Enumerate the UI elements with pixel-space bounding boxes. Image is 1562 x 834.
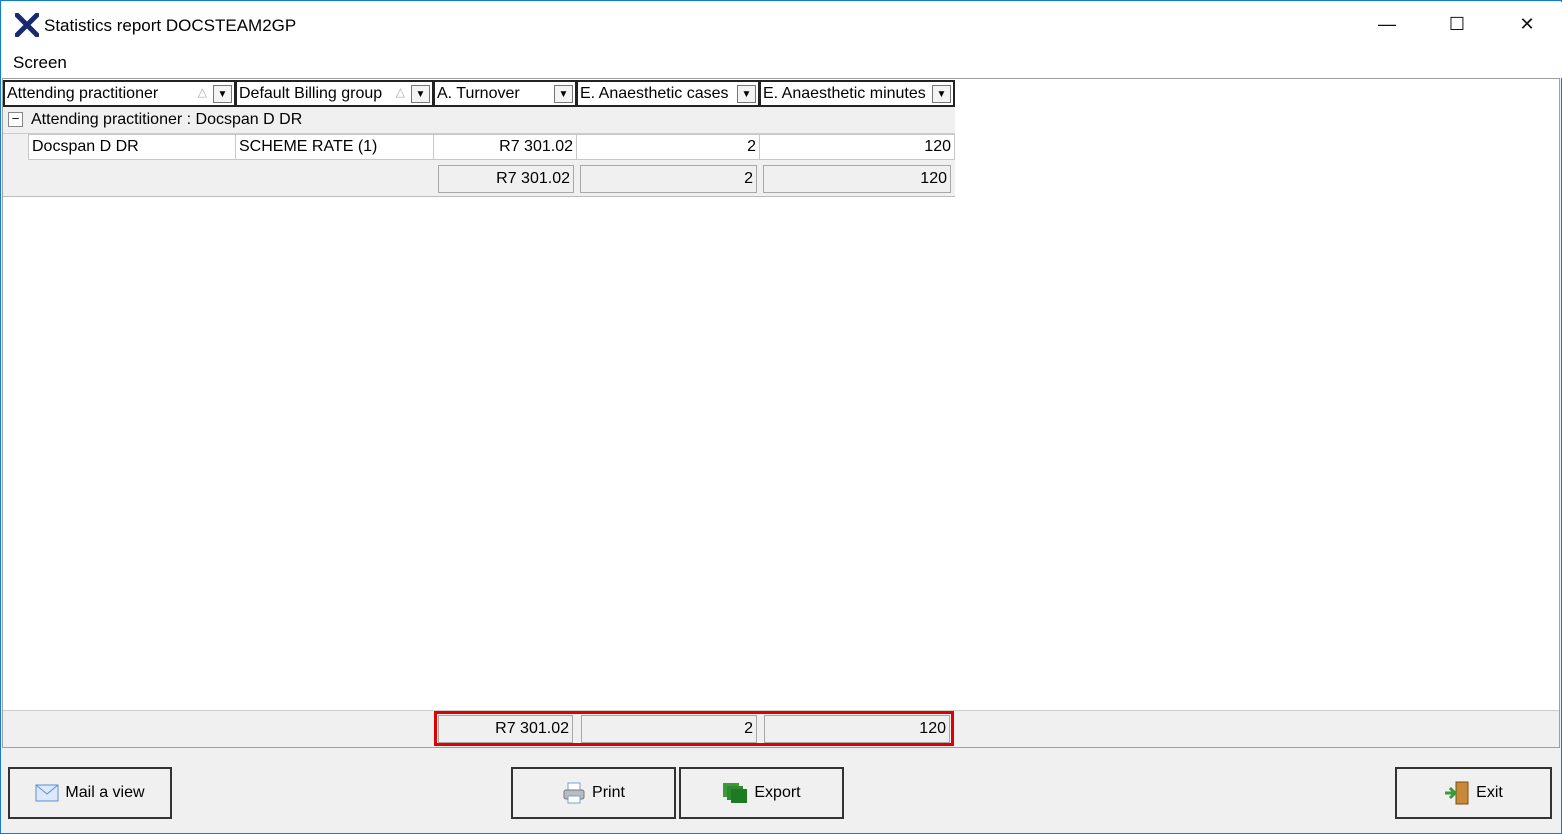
column-header-billing-group[interactable]: Default Billing group △ ▼: [235, 80, 434, 107]
row-indent: [3, 134, 28, 160]
cell-practitioner[interactable]: Docspan D DR: [28, 134, 236, 160]
sort-ascending-icon[interactable]: △: [396, 85, 405, 99]
group-row: − Attending practitioner : Docspan D DR: [3, 107, 955, 134]
mail-label: Mail a view: [65, 784, 145, 801]
filter-dropdown-icon[interactable]: ▼: [554, 85, 573, 103]
exit-door-icon: [1445, 781, 1469, 805]
cell-anaesthetic-minutes[interactable]: 120: [759, 134, 955, 160]
cell-turnover[interactable]: R7 301.02: [433, 134, 577, 160]
group-summary-turnover: R7 301.02: [438, 165, 574, 193]
column-label: Attending practitioner: [7, 85, 159, 102]
exit-button[interactable]: Exit: [1395, 767, 1552, 819]
close-button[interactable]: ✕: [1492, 2, 1562, 46]
cell-billing-group[interactable]: SCHEME RATE (1): [235, 134, 434, 160]
column-label: E. Anaesthetic cases: [580, 85, 729, 102]
sort-ascending-icon[interactable]: △: [198, 85, 207, 99]
column-label: Default Billing group: [239, 85, 383, 102]
filter-dropdown-icon[interactable]: ▼: [411, 85, 430, 103]
app-logo-icon: [15, 13, 39, 37]
filter-dropdown-icon[interactable]: ▼: [213, 85, 232, 103]
column-header-anaesthetic-cases[interactable]: E. Anaesthetic cases ▼: [576, 80, 760, 107]
filter-dropdown-icon[interactable]: ▼: [932, 85, 951, 103]
collapse-group-icon[interactable]: −: [8, 112, 23, 127]
export-button[interactable]: Export: [679, 767, 844, 819]
column-label: A. Turnover: [437, 85, 520, 102]
mail-a-view-button[interactable]: Mail a view: [8, 767, 172, 819]
group-summary-cases: 2: [580, 165, 757, 193]
export-label: Export: [754, 784, 801, 801]
menu-screen[interactable]: Screen: [13, 53, 67, 73]
exit-label: Exit: [1476, 784, 1503, 801]
printer-icon: [563, 782, 585, 804]
column-label: E. Anaesthetic minutes: [763, 85, 926, 102]
menu-bar: Screen: [2, 46, 1562, 78]
print-button[interactable]: Print: [511, 767, 676, 819]
column-header-attending-practitioner[interactable]: Attending practitioner △ ▼: [3, 80, 236, 107]
column-header-anaesthetic-minutes[interactable]: E. Anaesthetic minutes ▼: [759, 80, 955, 107]
minimize-button[interactable]: —: [1352, 2, 1422, 46]
highlight-box: [434, 711, 954, 746]
column-header-turnover[interactable]: A. Turnover ▼: [433, 80, 577, 107]
group-summary-minutes: 120: [763, 165, 951, 193]
group-label: Attending practitioner : Docspan D DR: [31, 111, 303, 128]
title-bar: Statistics report DOCSTEAM2GP — ☐ ✕: [2, 2, 1562, 46]
filter-dropdown-icon[interactable]: ▼: [737, 85, 756, 103]
print-label: Print: [592, 784, 625, 801]
window-title: Statistics report DOCSTEAM2GP: [44, 16, 297, 35]
maximize-button[interactable]: ☐: [1422, 2, 1492, 46]
envelope-icon: [35, 784, 59, 802]
cell-anaesthetic-cases[interactable]: 2: [576, 134, 760, 160]
export-icon: [723, 783, 748, 803]
